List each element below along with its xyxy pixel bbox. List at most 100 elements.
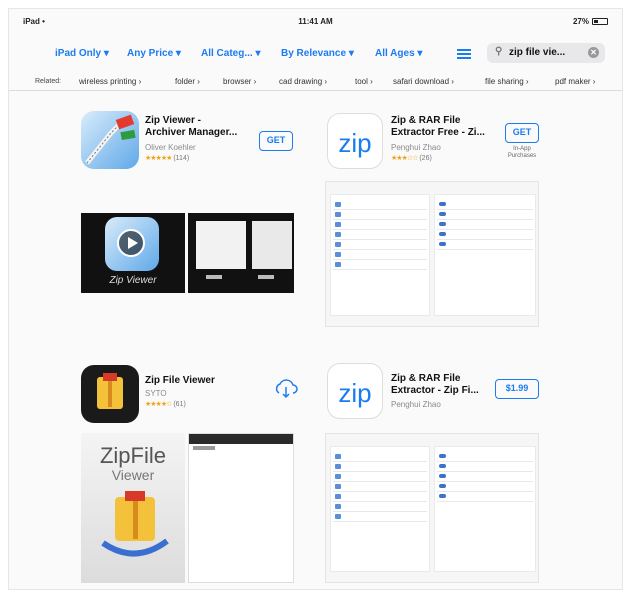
search-input[interactable]: ⚲ zip file vie... ✕	[487, 43, 605, 63]
get-button[interactable]: GET	[505, 123, 539, 143]
related-item[interactable]: tool ›	[355, 77, 373, 86]
app-store-window: iPad • 11:41 AM 27% iPad Only ▾ Any Pric…	[8, 8, 623, 590]
rating-stars: ★★★★★	[145, 155, 172, 162]
rating-stars: ★★★☆☆	[391, 155, 418, 162]
cloud-icon	[439, 232, 446, 236]
app-title-line: Archiver Manager...	[145, 127, 238, 138]
folder-icon	[335, 202, 341, 207]
filter-price[interactable]: Any Price ▾	[127, 48, 181, 59]
related-label: Related:	[35, 78, 62, 85]
status-bar: iPad • 11:41 AM 27%	[9, 9, 622, 29]
app-title[interactable]: Zip Viewer - Archiver Manager...	[145, 115, 237, 139]
screenshot-row	[333, 491, 427, 492]
app-title-line: Extractor Free - Zi...	[391, 127, 485, 138]
rating-count: (114)	[173, 155, 190, 162]
search-icon: ⚲	[495, 46, 503, 57]
app-title[interactable]: Zip & RAR File Extractor - Zip Fi...	[391, 373, 479, 397]
get-button[interactable]: GET	[259, 131, 293, 151]
cloud-download-icon[interactable]	[273, 377, 299, 399]
app-developer[interactable]: Penghui Zhao	[391, 400, 441, 409]
filter-sort[interactable]: By Relevance ▾	[281, 48, 354, 59]
list-icon[interactable]	[457, 49, 471, 59]
battery-percent: 27%	[572, 17, 589, 26]
filter-device[interactable]: iPad Only ▾	[55, 48, 109, 59]
folder-icon	[335, 454, 341, 459]
cloud-icon	[439, 212, 446, 216]
cloud-icon	[439, 464, 446, 468]
app-developer[interactable]: Penghui Zhao	[391, 143, 441, 152]
screenshot-header	[189, 434, 293, 444]
screenshot-row	[437, 491, 533, 492]
folder-icon	[335, 504, 341, 509]
screenshot-row	[437, 471, 533, 472]
price-button[interactable]: $1.99	[495, 379, 539, 399]
folder-icon	[335, 484, 341, 489]
screenshot-zip-file-viewer-2[interactable]	[188, 433, 294, 583]
screenshot-zip-viewer-2[interactable]	[188, 213, 294, 293]
screenshot-row	[333, 521, 427, 522]
play-icon[interactable]	[117, 229, 145, 257]
screenshot-label	[193, 446, 215, 450]
app-developer[interactable]: SYTO	[145, 389, 167, 398]
screenshot-row	[437, 501, 533, 502]
status-time: 11:41 AM	[298, 17, 333, 26]
related-item[interactable]: browser ›	[223, 77, 256, 86]
folder-icon	[335, 222, 341, 227]
cloud-icon	[439, 484, 446, 488]
screenshot-row	[333, 269, 427, 270]
app-title-line: Zip Viewer -	[145, 115, 201, 126]
app-icon-zip-rar-free[interactable]: zip	[327, 113, 383, 169]
cloud-icon	[439, 242, 446, 246]
related-item[interactable]: folder ›	[175, 77, 200, 86]
filter-category[interactable]: All Categ... ▾	[201, 48, 260, 59]
app-icon-zip-rar[interactable]: zip	[327, 363, 383, 419]
app-title[interactable]: Zip File Viewer	[145, 375, 215, 387]
related-item[interactable]: cad drawing ›	[279, 77, 327, 86]
screenshot-row	[333, 259, 427, 260]
related-item[interactable]: wireless printing ›	[79, 77, 141, 86]
screenshot-caption: Zip Viewer	[109, 275, 157, 286]
search-query: zip file vie...	[509, 47, 566, 58]
screenshot-zip-rar-free[interactable]	[325, 181, 539, 327]
screenshot-row	[333, 229, 427, 230]
folder-icon	[335, 242, 341, 247]
app-developer[interactable]: Oliver Koehler	[145, 143, 196, 152]
screenshot-cloud-list	[434, 446, 536, 572]
screenshot-zip-rar[interactable]	[325, 433, 539, 583]
screenshot-row	[333, 461, 427, 462]
screenshot-panel	[252, 221, 292, 269]
cloud-icon	[439, 494, 446, 498]
in-app-purchase-note: In-App Purchases	[507, 146, 537, 159]
cloud-icon	[439, 202, 446, 206]
app-icon-zip-viewer[interactable]	[81, 111, 139, 169]
folder-icon	[335, 262, 341, 267]
screenshot-row	[437, 219, 533, 220]
related-item[interactable]: pdf maker ›	[555, 77, 595, 86]
filter-age[interactable]: All Ages ▾	[375, 48, 422, 59]
screenshot-row	[437, 249, 533, 250]
related-item[interactable]: safari download ›	[393, 77, 454, 86]
folder-icon	[335, 474, 341, 479]
cloud-icon	[439, 222, 446, 226]
screenshot-row	[333, 249, 427, 250]
app-rating: ★★★★☆ (61)	[145, 400, 186, 408]
app-title-line: Zip & RAR File	[391, 373, 461, 384]
screenshot-zip-viewer-1[interactable]: Zip Viewer	[81, 213, 185, 293]
battery-icon	[592, 18, 608, 25]
screenshot-zip-file-viewer-1[interactable]: ZipFile Viewer	[81, 433, 185, 583]
filter-bar: iPad Only ▾ Any Price ▾ All Categ... ▾ B…	[9, 39, 622, 65]
app-title-line: Extractor - Zip Fi...	[391, 385, 479, 396]
cloud-icon	[439, 454, 446, 458]
folder-icon	[335, 232, 341, 237]
zipper-icon	[85, 114, 136, 165]
clear-icon[interactable]: ✕	[588, 47, 599, 58]
related-bar: Related: wireless printing › folder › br…	[9, 69, 622, 91]
screenshot-file-list	[330, 446, 430, 572]
app-icon-zip-file-viewer[interactable]	[81, 365, 139, 423]
app-title[interactable]: Zip & RAR File Extractor Free - Zi...	[391, 115, 485, 139]
screenshot-row	[333, 471, 427, 472]
screenshot-row	[333, 219, 427, 220]
folder-icon	[335, 514, 341, 519]
related-item[interactable]: file sharing ›	[485, 77, 529, 86]
folder-icon	[335, 464, 341, 469]
